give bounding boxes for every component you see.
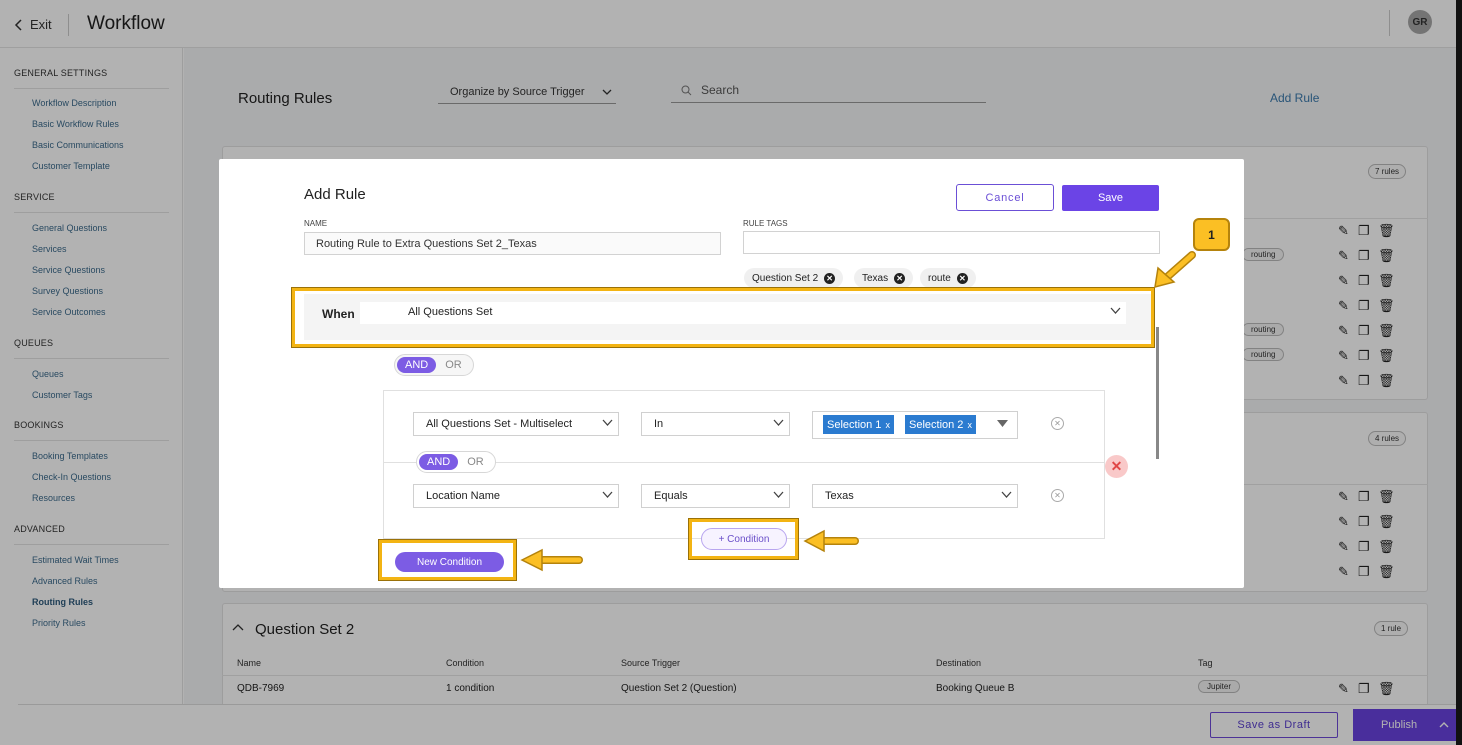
arrow-icon xyxy=(1154,251,1196,289)
arrow-icon xyxy=(520,548,583,572)
annotation-arrows xyxy=(520,251,1196,572)
step-number-badge: 1 xyxy=(1193,218,1230,251)
arrow-icon xyxy=(803,529,859,553)
